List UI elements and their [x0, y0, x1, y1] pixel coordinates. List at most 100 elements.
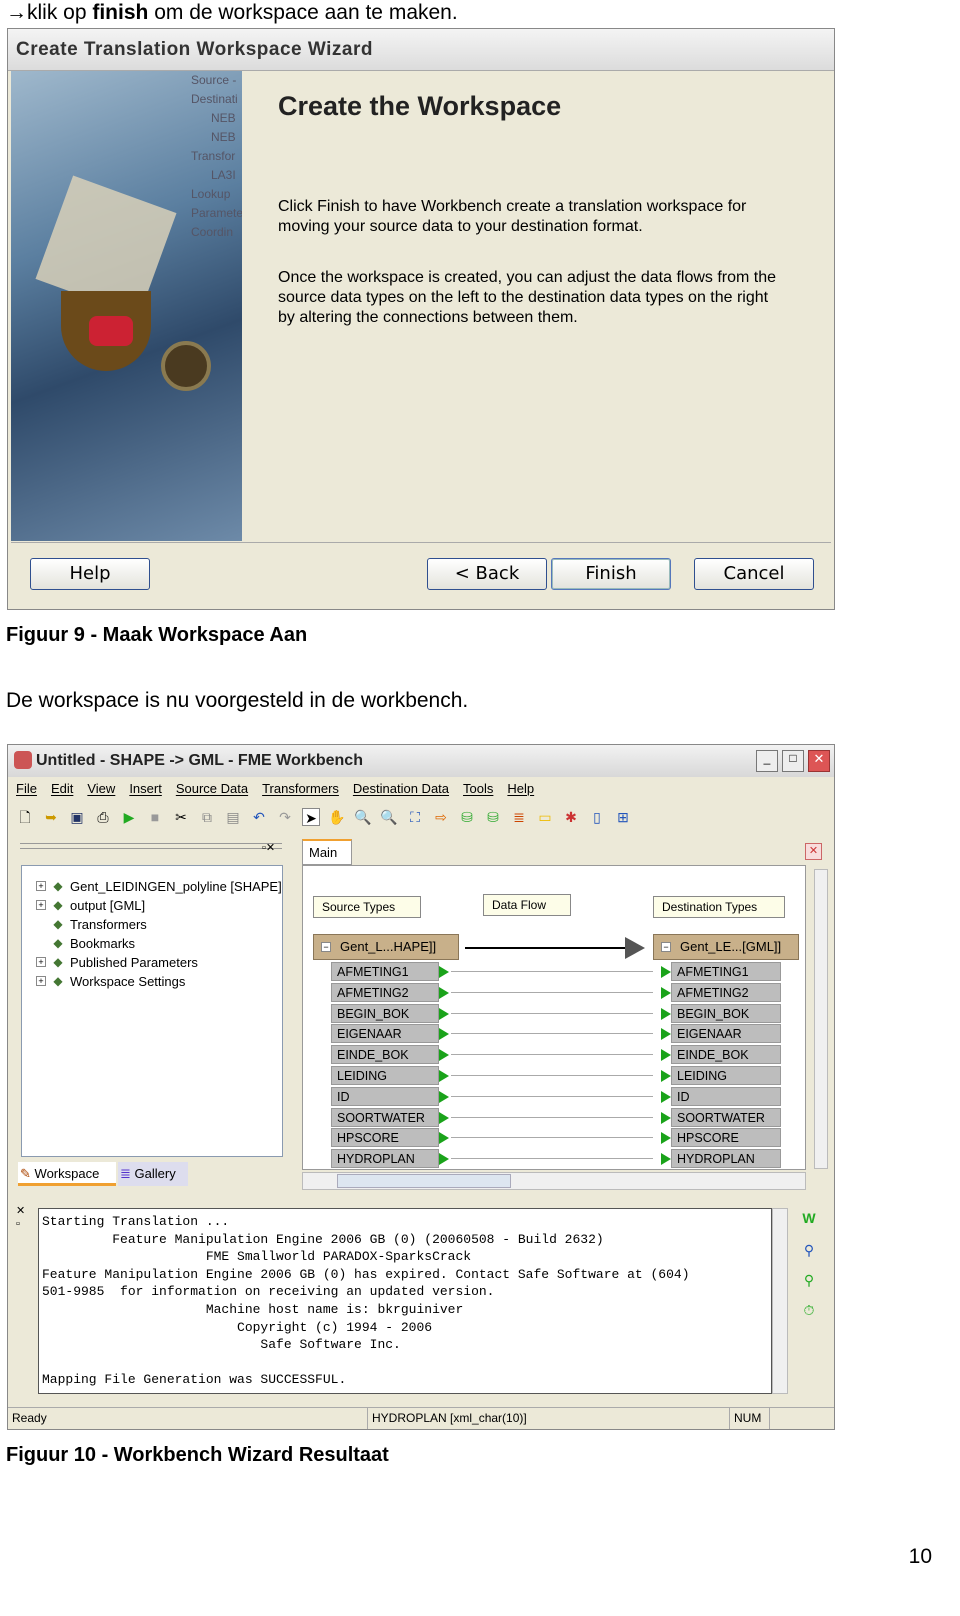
transformer-icon[interactable]: ✱ [562, 808, 580, 826]
tab-main[interactable]: Main [302, 839, 352, 865]
menu-view[interactable]: View [87, 781, 115, 797]
destination-attribute[interactable]: BEGIN_BOK [671, 1003, 781, 1023]
bookmark-icon[interactable]: ▯ [588, 808, 606, 826]
source-attribute[interactable]: BEGIN_BOK [331, 1003, 439, 1023]
destination-feature-type[interactable]: − Gent_LE...[GML]] [653, 934, 799, 960]
save-icon[interactable]: ▣ [68, 808, 86, 826]
input-port-icon[interactable] [661, 1028, 671, 1041]
output-port-icon[interactable] [439, 1132, 449, 1145]
feature-count-icon[interactable]: ⇨ [432, 808, 450, 826]
menu-file[interactable]: File [16, 781, 37, 797]
output-port-icon[interactable] [439, 1028, 449, 1041]
canvas-vertical-scrollbar[interactable] [814, 869, 828, 1169]
maximize-button[interactable]: □ [782, 750, 804, 772]
redo-icon[interactable]: ↷ [276, 808, 294, 826]
expand-icon[interactable]: + [36, 957, 46, 967]
source-attribute[interactable]: HPSCORE [331, 1128, 439, 1148]
output-port-icon[interactable] [439, 1111, 449, 1124]
close-canvas-icon[interactable]: ✕ [805, 843, 822, 860]
output-port-icon[interactable] [439, 1049, 449, 1062]
run-icon[interactable]: ▶ [120, 808, 138, 826]
add-source-icon[interactable]: ⛁ [458, 808, 476, 826]
open-icon[interactable]: ➥ [42, 808, 60, 826]
note-source-types[interactable]: Source Types [313, 896, 421, 918]
note-destination-types[interactable]: Destination Types [653, 896, 785, 918]
menu-tools[interactable]: Tools [463, 781, 493, 797]
destination-attribute[interactable]: AFMETING1 [671, 962, 781, 981]
tree-item[interactable]: + ◆ output [GML] [36, 897, 145, 913]
menu-transformers[interactable]: Transformers [262, 781, 339, 797]
annotation-icon[interactable]: ▭ [536, 808, 554, 826]
expand-icon[interactable]: + [36, 900, 46, 910]
log-scrollbar[interactable] [772, 1208, 788, 1394]
log-write-icon[interactable]: W [800, 1209, 818, 1227]
menu-destination-data[interactable]: Destination Data [353, 781, 449, 797]
destination-attribute[interactable]: SOORTWATER [671, 1107, 781, 1127]
tree-item[interactable]: + ◆ Gent_LEIDINGEN_polyline [SHAPE] [36, 878, 282, 894]
input-port-icon[interactable] [661, 1111, 671, 1124]
destination-attribute[interactable]: EINDE_BOK [671, 1045, 781, 1065]
tab-workspace[interactable]: ✎ Workspace [18, 1162, 116, 1186]
source-feature-type[interactable]: − Gent_L...HAPE]] [313, 934, 459, 960]
input-port-icon[interactable] [661, 1090, 671, 1103]
destination-attribute[interactable]: LEIDING [671, 1066, 781, 1085]
input-port-icon[interactable] [661, 986, 671, 999]
output-port-icon[interactable] [439, 1007, 449, 1020]
source-attribute[interactable]: EINDE_BOK [331, 1045, 439, 1065]
tree-item[interactable]: + ◆ Workspace Settings [36, 973, 185, 989]
zoom-in-icon[interactable]: 🔍 [354, 808, 372, 826]
menu-help[interactable]: Help [507, 781, 534, 797]
find-binoculars-icon[interactable]: ⚲ [800, 1241, 818, 1259]
back-button[interactable]: < Back [427, 558, 547, 590]
layout-icon[interactable]: ⊞ [614, 808, 632, 826]
select-icon[interactable]: ➤ [302, 808, 320, 826]
output-port-icon[interactable] [439, 1153, 449, 1166]
source-attribute[interactable]: HYDROPLAN [331, 1149, 439, 1169]
panel-float-close-icons[interactable]: ▫✕ [262, 841, 275, 854]
destination-attribute[interactable]: EIGENAAR [671, 1024, 781, 1044]
destination-attribute[interactable]: ID [671, 1086, 781, 1106]
destination-attribute[interactable]: AFMETING2 [671, 982, 781, 1002]
new-icon[interactable]: 🗋 [16, 808, 34, 826]
print-icon[interactable]: ⎙ [94, 808, 112, 826]
output-port-icon[interactable] [439, 966, 449, 978]
menu-insert[interactable]: Insert [129, 781, 162, 797]
destination-attribute[interactable]: HYDROPLAN [671, 1149, 781, 1169]
note-data-flow[interactable]: Data Flow [483, 894, 571, 916]
destination-attribute[interactable]: HPSCORE [671, 1128, 781, 1148]
expand-icon[interactable]: + [36, 976, 46, 986]
add-feature-type-icon[interactable]: ≣ [510, 808, 528, 826]
minimize-button[interactable]: _ [756, 750, 778, 772]
input-port-icon[interactable] [661, 1049, 671, 1062]
add-destination-icon[interactable]: ⛁ [484, 808, 502, 826]
workspace-canvas[interactable]: Source Types Data Flow Destination Types… [302, 865, 806, 1170]
canvas-horizontal-scrollbar[interactable] [302, 1172, 806, 1190]
help-button[interactable]: Help [30, 558, 150, 590]
input-port-icon[interactable] [661, 1070, 671, 1082]
stop-icon[interactable]: ■ [146, 808, 164, 826]
source-attribute[interactable]: AFMETING1 [331, 962, 439, 981]
source-attribute[interactable]: LEIDING [331, 1066, 439, 1085]
menu-source-data[interactable]: Source Data [176, 781, 248, 797]
pan-hand-icon[interactable]: ✋ [328, 808, 346, 826]
log-close-float-icons[interactable]: ✕ ▫ [16, 1205, 25, 1231]
menu-edit[interactable]: Edit [51, 781, 73, 797]
find-next-icon[interactable]: ⚲ [800, 1271, 818, 1289]
output-port-icon[interactable] [439, 986, 449, 999]
input-port-icon[interactable] [661, 966, 671, 978]
output-port-icon[interactable] [439, 1070, 449, 1082]
source-attribute[interactable]: AFMETING2 [331, 982, 439, 1002]
zoom-out-icon[interactable]: 🔍 [380, 808, 398, 826]
source-attribute[interactable]: EIGENAAR [331, 1024, 439, 1044]
paste-icon[interactable]: ▤ [224, 808, 242, 826]
tree-item[interactable]: + ◆ Published Parameters [36, 954, 198, 970]
cancel-button[interactable]: Cancel [694, 558, 814, 590]
output-port-icon[interactable] [439, 1090, 449, 1103]
input-port-icon[interactable] [661, 1007, 671, 1020]
undo-icon[interactable]: ↶ [250, 808, 268, 826]
expand-icon[interactable]: + [36, 881, 46, 891]
input-port-icon[interactable] [661, 1153, 671, 1166]
input-port-icon[interactable] [661, 1132, 671, 1145]
close-button[interactable]: ✕ [808, 750, 830, 772]
source-attribute[interactable]: ID [331, 1086, 439, 1106]
